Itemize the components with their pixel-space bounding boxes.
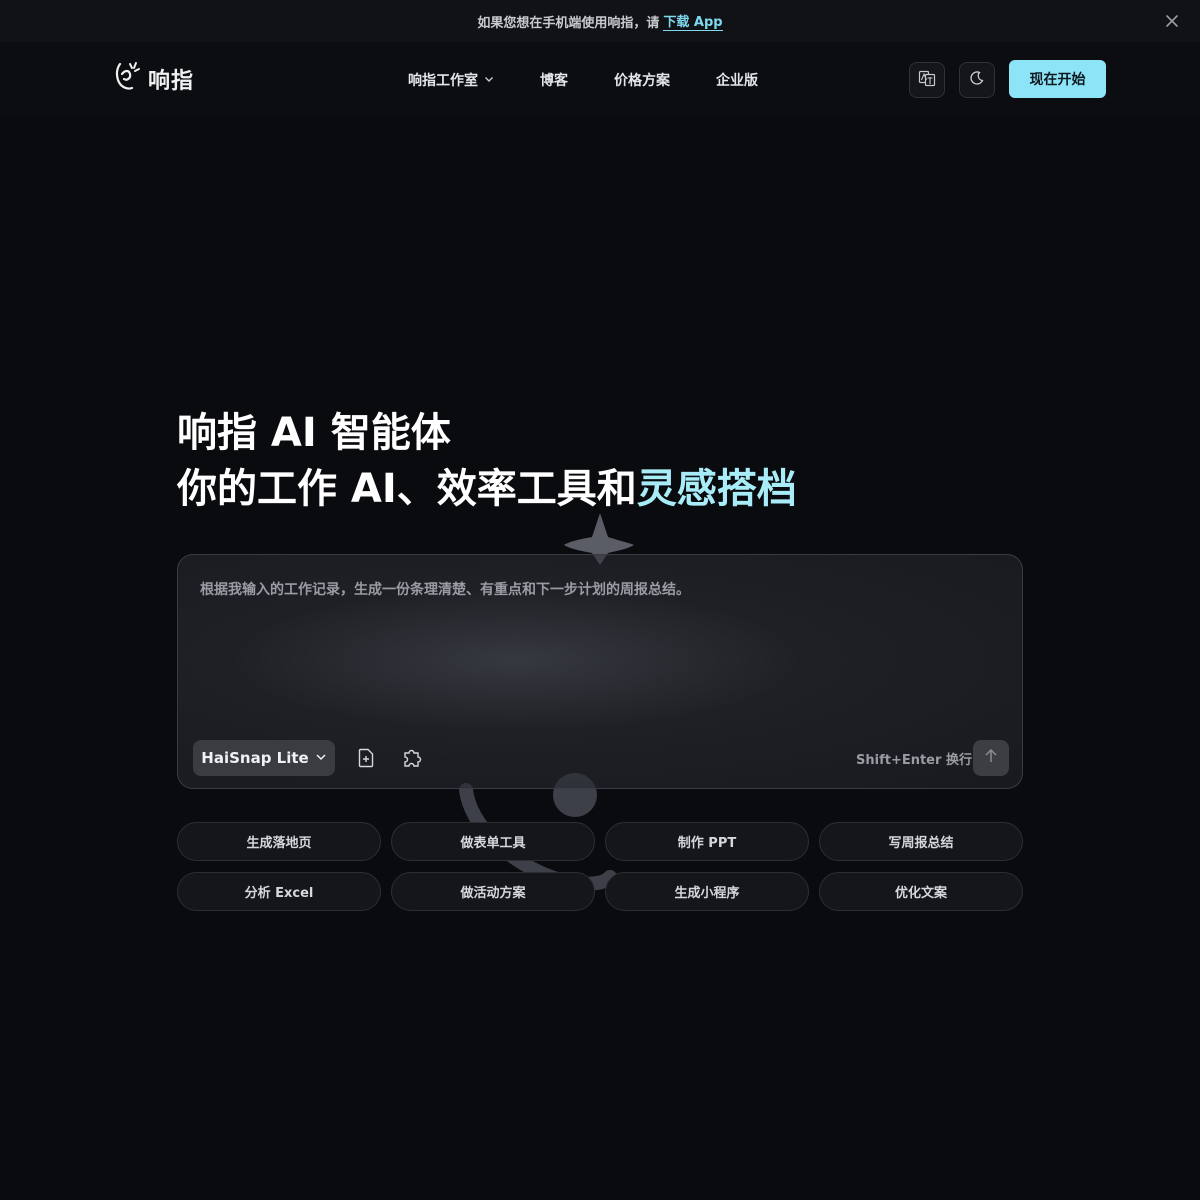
hero-title-line-1: 响指 AI 智能体 <box>177 410 451 456</box>
chip-landing-page[interactable]: 生成落地页 <box>177 822 381 861</box>
app-download-banner: 如果您想在手机端使用响指，请 下载 App <box>0 0 1200 42</box>
logo[interactable]: 响指 <box>112 60 194 98</box>
nav-item-label: 博客 <box>540 73 568 89</box>
prompt-input[interactable]: 根据我输入的工作记录，生成一份条理清楚、有重点和下一步计划的周报总结。 <box>200 579 690 599</box>
suggestion-chips: 生成落地页 做表单工具 制作 PPT 写周报总结 分析 Excel 做活动方案 … <box>177 822 1023 911</box>
chevron-down-icon <box>315 749 327 767</box>
chevron-down-icon <box>484 72 494 88</box>
model-select-label: HaiSnap Lite <box>201 749 309 767</box>
plugin-icon[interactable] <box>398 744 426 772</box>
site-header: 响指 响指工作室 博客 价格方案 企业版 现在开始 <box>0 42 1200 118</box>
nav-item-label: 价格方案 <box>614 73 670 89</box>
chip-analyze-excel[interactable]: 分析 Excel <box>177 872 381 911</box>
chip-mini-program[interactable]: 生成小程序 <box>605 872 809 911</box>
theme-toggle-button[interactable] <box>959 62 995 98</box>
hero-title: 响指 AI 智能体 你的工作 AI、效率工具和灵感搭档 <box>177 405 797 517</box>
main-nav: 响指工作室 博客 价格方案 企业版 <box>408 70 758 90</box>
nav-item-pricing[interactable]: 价格方案 <box>614 70 670 90</box>
moon-icon <box>969 70 985 90</box>
get-started-button[interactable]: 现在开始 <box>1009 60 1106 98</box>
translate-icon <box>918 69 936 91</box>
send-button[interactable] <box>973 740 1009 776</box>
model-select[interactable]: HaiSnap Lite <box>193 740 335 776</box>
language-button[interactable] <box>909 62 945 98</box>
chip-weekly-report[interactable]: 写周报总结 <box>819 822 1023 861</box>
snap-hand-logo-icon <box>112 60 144 98</box>
add-file-icon[interactable] <box>352 744 380 772</box>
chip-event-plan[interactable]: 做活动方案 <box>391 872 595 911</box>
close-icon[interactable] <box>1162 11 1182 31</box>
nav-item-studio[interactable]: 响指工作室 <box>408 70 494 90</box>
prompt-composer: 根据我输入的工作记录，生成一份条理清楚、有重点和下一步计划的周报总结。 HaiS… <box>177 554 1023 789</box>
chip-form-tool[interactable]: 做表单工具 <box>391 822 595 861</box>
newline-hint: Shift+Enter 换行 <box>856 753 972 768</box>
nav-item-blog[interactable]: 博客 <box>540 70 568 90</box>
nav-item-label: 响指工作室 <box>408 73 478 89</box>
banner-text: 如果您想在手机端使用响指，请 <box>477 15 660 31</box>
nav-item-label: 企业版 <box>716 73 758 89</box>
download-app-link[interactable]: 下载 App <box>663 11 723 31</box>
chip-optimize-copy[interactable]: 优化文案 <box>819 872 1023 911</box>
hero-title-accent: 灵感搭档 <box>636 466 797 512</box>
logo-text: 响指 <box>148 69 195 94</box>
chip-make-ppt[interactable]: 制作 PPT <box>605 822 809 861</box>
arrow-up-icon <box>984 748 998 768</box>
nav-item-enterprise[interactable]: 企业版 <box>716 70 758 90</box>
